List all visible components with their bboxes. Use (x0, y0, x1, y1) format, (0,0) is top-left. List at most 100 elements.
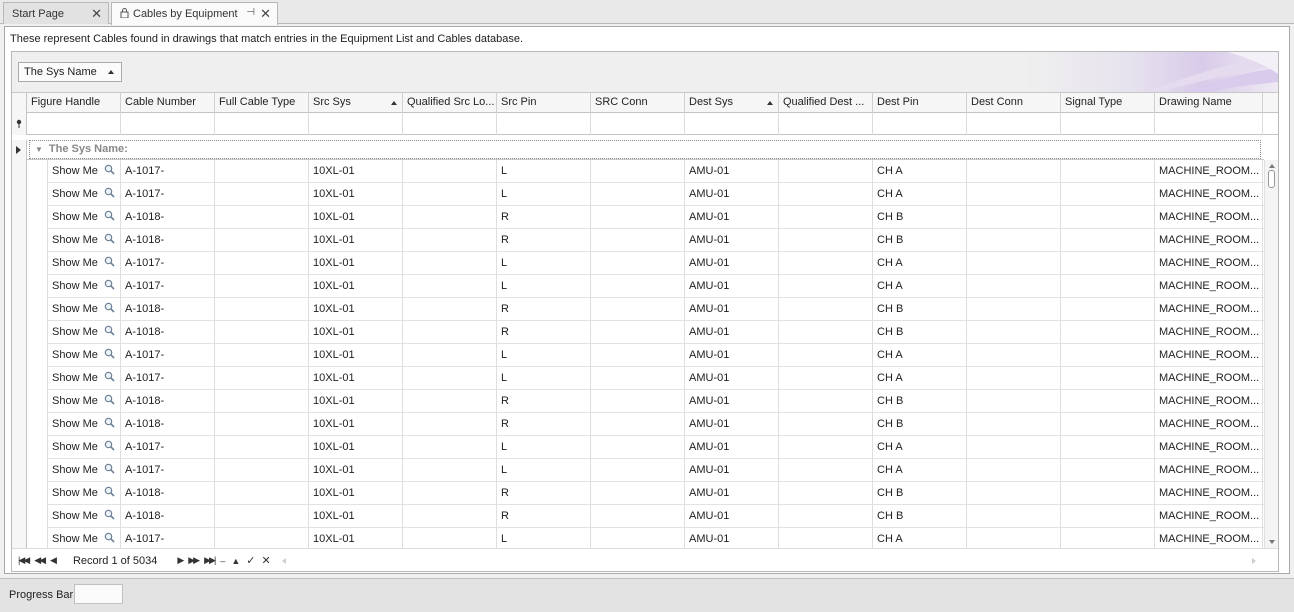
cell-signal-type[interactable] (1061, 367, 1155, 390)
cell-cable-number[interactable]: A-1018- (121, 413, 215, 436)
cell-dest-conn[interactable] (967, 229, 1061, 252)
cell-cable-number[interactable]: A-1017- (121, 344, 215, 367)
magnifier-icon[interactable] (104, 371, 115, 382)
cell-dest-pin[interactable]: CH B (873, 298, 967, 321)
cell-signal-type[interactable] (1061, 413, 1155, 436)
cell-drawing-name[interactable]: MACHINE_ROOM... (1155, 321, 1263, 344)
cell-signal-type[interactable] (1061, 160, 1155, 183)
column-header-src-sys[interactable]: Src Sys (309, 93, 403, 113)
cell-qualified-dest[interactable] (779, 298, 873, 321)
cell-figure-handle[interactable]: Show Me (48, 229, 121, 252)
cell-dest-conn[interactable] (967, 505, 1061, 528)
cell-qualified-src-loc[interactable] (403, 528, 497, 548)
cell-src-sys[interactable]: 10XL-01 (309, 390, 403, 413)
magnifier-icon[interactable] (104, 256, 115, 267)
cell-qualified-dest[interactable] (779, 367, 873, 390)
cell-full-cable-type[interactable] (215, 367, 309, 390)
filter-cell[interactable] (873, 113, 967, 135)
cell-qualified-src-loc[interactable] (403, 459, 497, 482)
cell-src-conn[interactable] (591, 321, 685, 344)
cell-cable-number[interactable]: A-1017- (121, 436, 215, 459)
cell-src-sys[interactable]: 10XL-01 (309, 436, 403, 459)
cell-figure-handle[interactable]: Show Me (48, 298, 121, 321)
cell-src-conn[interactable] (591, 206, 685, 229)
cell-dest-conn[interactable] (967, 160, 1061, 183)
cell-drawing-name[interactable]: MACHINE_ROOM... (1155, 413, 1263, 436)
cell-src-conn[interactable] (591, 367, 685, 390)
cell-src-sys[interactable]: 10XL-01 (309, 321, 403, 344)
cell-src-sys[interactable]: 10XL-01 (309, 183, 403, 206)
cell-src-pin[interactable]: L (497, 183, 591, 206)
cell-qualified-src-loc[interactable] (403, 367, 497, 390)
cell-dest-sys[interactable]: AMU-01 (685, 436, 779, 459)
first-record-icon[interactable]: |◀◀ (18, 555, 30, 566)
column-header-src-conn[interactable]: SRC Conn (591, 93, 685, 113)
cell-full-cable-type[interactable] (215, 229, 309, 252)
cell-signal-type[interactable] (1061, 390, 1155, 413)
magnifier-icon[interactable] (104, 164, 115, 175)
magnifier-icon[interactable] (104, 279, 115, 290)
row-indicator-cell[interactable] (12, 528, 27, 548)
cell-drawing-name[interactable]: MACHINE_ROOM... (1155, 482, 1263, 505)
cell-signal-type[interactable] (1061, 321, 1155, 344)
cell-cable-number[interactable]: A-1018- (121, 298, 215, 321)
cell-dest-sys[interactable]: AMU-01 (685, 344, 779, 367)
group-row[interactable]: ▼ The Sys Name: (12, 140, 1264, 160)
row-indicator-cell[interactable] (12, 344, 27, 367)
cell-src-conn[interactable] (591, 252, 685, 275)
cell-src-pin[interactable]: R (497, 229, 591, 252)
filter-cell[interactable] (309, 113, 403, 135)
cell-qualified-dest[interactable] (779, 459, 873, 482)
table-row[interactable]: Show Me A-1018- 10XL-01 R AMU-01 CH B MACHINE_… (12, 413, 1264, 436)
cancel-edit-icon[interactable]: ✕ (261, 554, 270, 567)
cell-full-cable-type[interactable] (215, 505, 309, 528)
cell-qualified-dest[interactable] (779, 206, 873, 229)
cell-qualified-dest[interactable] (779, 183, 873, 206)
cell-drawing-name[interactable]: MACHINE_ROOM... (1155, 528, 1263, 548)
cell-dest-pin[interactable]: CH B (873, 206, 967, 229)
column-header-cable-number[interactable]: Cable Number (121, 93, 215, 113)
cell-figure-handle[interactable]: Show Me (48, 321, 121, 344)
cell-qualified-dest[interactable] (779, 229, 873, 252)
cell-drawing-name[interactable]: MACHINE_ROOM... (1155, 390, 1263, 413)
cell-cable-number[interactable]: A-1018- (121, 482, 215, 505)
cell-src-pin[interactable]: R (497, 321, 591, 344)
cell-dest-sys[interactable]: AMU-01 (685, 321, 779, 344)
table-row[interactable]: Show Me A-1018- 10XL-01 R AMU-01 CH B MACHINE_… (12, 482, 1264, 505)
cell-drawing-name[interactable]: MACHINE_ROOM... (1155, 252, 1263, 275)
row-indicator-cell[interactable] (12, 206, 27, 229)
cell-src-sys[interactable]: 10XL-01 (309, 505, 403, 528)
row-indicator-cell[interactable] (12, 252, 27, 275)
scroll-right-arrow-icon[interactable] (1252, 558, 1256, 564)
cell-cable-number[interactable]: A-1018- (121, 229, 215, 252)
vertical-scrollbar[interactable] (1264, 160, 1278, 548)
column-header-dest-pin[interactable]: Dest Pin (873, 93, 967, 113)
table-row[interactable]: Show Me A-1018- 10XL-01 R AMU-01 CH B MACHINE_… (12, 298, 1264, 321)
row-indicator-cell[interactable] (12, 183, 27, 206)
cell-figure-handle[interactable]: Show Me (48, 206, 121, 229)
edit-record-icon[interactable]: ▲ (231, 556, 240, 566)
row-indicator-cell[interactable] (12, 321, 27, 344)
cell-signal-type[interactable] (1061, 505, 1155, 528)
cell-src-sys[interactable]: 10XL-01 (309, 459, 403, 482)
cell-full-cable-type[interactable] (215, 390, 309, 413)
cell-qualified-src-loc[interactable] (403, 298, 497, 321)
filter-cell[interactable] (215, 113, 309, 135)
previous-page-icon[interactable]: ◀◀ (34, 555, 46, 566)
cell-src-conn[interactable] (591, 528, 685, 548)
row-indicator-cell[interactable] (12, 275, 27, 298)
cell-dest-pin[interactable]: CH A (873, 275, 967, 298)
cell-full-cable-type[interactable] (215, 206, 309, 229)
scroll-left-arrow-icon[interactable] (282, 558, 286, 564)
cell-dest-sys[interactable]: AMU-01 (685, 206, 779, 229)
cell-src-sys[interactable]: 10XL-01 (309, 160, 403, 183)
cell-dest-conn[interactable] (967, 252, 1061, 275)
cell-qualified-src-loc[interactable] (403, 321, 497, 344)
table-row[interactable]: Show Me A-1017- 10XL-01 L AMU-01 CH A MACHINE_… (12, 183, 1264, 206)
magnifier-icon[interactable] (104, 325, 115, 336)
row-indicator-cell[interactable] (12, 298, 27, 321)
cell-qualified-dest[interactable] (779, 390, 873, 413)
magnifier-icon[interactable] (104, 233, 115, 244)
table-row[interactable]: Show Me A-1017- 10XL-01 L AMU-01 CH A MACHINE_… (12, 459, 1264, 482)
cell-full-cable-type[interactable] (215, 528, 309, 548)
